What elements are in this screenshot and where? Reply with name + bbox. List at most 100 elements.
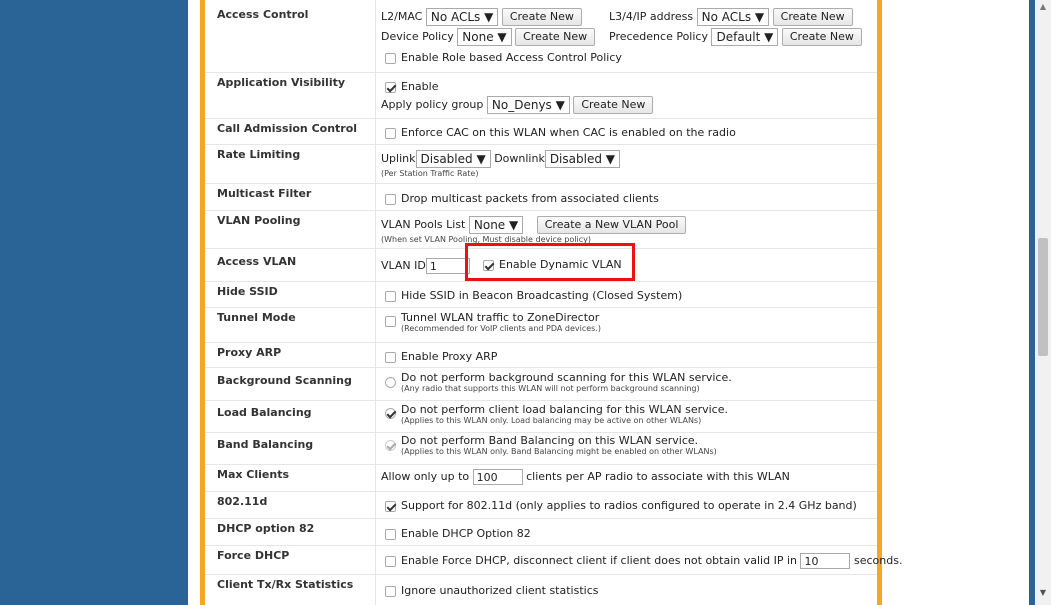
policy-group-select[interactable]: No_Denys ▼: [486, 96, 570, 114]
force-dhcp-text: Enable Force DHCP, disconnect client if …: [401, 554, 797, 567]
band-balancing-text: Do not perform Band Balancing on this WL…: [401, 434, 699, 447]
proxy-arp-text: Enable Proxy ARP: [401, 350, 498, 363]
device-policy-label: Device Policy: [381, 30, 454, 43]
l3-label: L3/4/IP address: [609, 10, 694, 23]
vlan-pool-select[interactable]: None ▼: [468, 216, 524, 234]
row-background-scanning: Background Scanning Do not perform backg…: [205, 367, 877, 401]
scrollbar-thumb[interactable]: [1038, 238, 1048, 356]
precedence-policy-select[interactable]: Default ▼: [711, 28, 779, 46]
create-vlan-pool-button[interactable]: Create a New VLAN Pool: [536, 216, 687, 234]
bg-scanning-text: Do not perform background scanning for t…: [401, 371, 732, 384]
row-load-balancing: Load Balancing Do not perform client loa…: [205, 400, 877, 433]
multicast-checkbox[interactable]: [385, 193, 396, 205]
row-label: Tunnel Mode: [217, 311, 296, 324]
bg-scanning-checkbox[interactable]: [385, 376, 396, 388]
row-max-clients: Max Clients Allow only up to 100 clients…: [205, 464, 877, 492]
row-label: Rate Limiting: [217, 148, 301, 161]
force-dhcp-checkbox[interactable]: [385, 555, 396, 567]
row-label: Application Visibility: [217, 76, 346, 89]
wlan-settings-panel: Access Control L2/MAC No ACLs ▼ Create N…: [200, 0, 902, 605]
load-balancing-checkbox[interactable]: [385, 407, 396, 419]
apply-policy-label: Apply policy group: [381, 98, 484, 111]
tunnel-text: Tunnel WLAN traffic to ZoneDirector: [401, 311, 600, 324]
left-sidebar: [0, 0, 188, 605]
row-label: Background Scanning: [217, 374, 352, 387]
row-label: Force DHCP: [217, 549, 290, 562]
tunnel-checkbox[interactable]: [385, 315, 396, 327]
row-proxy-arp: Proxy ARP Enable Proxy ARP: [205, 342, 877, 368]
vlan-id-input[interactable]: 1: [425, 258, 470, 274]
force-dhcp-suffix: seconds.: [853, 554, 903, 567]
row-force-dhcp: Force DHCP Enable Force DHCP, disconnect…: [205, 545, 902, 575]
max-clients-prefix: Allow only up to: [381, 470, 470, 483]
row-label: Multicast Filter: [217, 187, 312, 200]
row-label: Access VLAN: [217, 255, 297, 268]
row-rate-limiting: Rate Limiting Uplink Disabled ▼ Downlink D…: [205, 144, 877, 184]
row-label: Call Admission Control: [217, 122, 358, 135]
hide-ssid-text: Hide SSID in Beacon Broadcasting (Closed…: [401, 289, 683, 302]
row-client-statistics: Client Tx/Rx Statistics Ignore unauthori…: [205, 574, 877, 605]
row-access-control: Access Control L2/MAC No ACLs ▼ Create N…: [205, 0, 877, 73]
uplink-select[interactable]: Disabled ▼: [415, 150, 491, 168]
cac-checkbox[interactable]: [385, 127, 396, 139]
max-clients-input[interactable]: 100: [472, 469, 523, 485]
row-label: Proxy ARP: [217, 346, 282, 359]
vlan-id-label: VLAN ID: [381, 259, 426, 272]
dot11d-text: Support for 802.11d (only applies to rad…: [401, 499, 857, 512]
l3-create-new-button[interactable]: Create New: [772, 8, 853, 26]
l2mac-create-new-button[interactable]: Create New: [501, 8, 582, 26]
l2mac-select[interactable]: No ACLs ▼: [425, 8, 499, 26]
row-label: 802.11d: [217, 495, 268, 508]
row-band-balancing: Band Balancing Do not perform Band Balan…: [205, 432, 877, 465]
cac-text: Enforce CAC on this WLAN when CAC is ena…: [401, 126, 736, 139]
row-dhcp-option-82: DHCP option 82 Enable DHCP Option 82: [205, 518, 877, 546]
hide-ssid-checkbox[interactable]: [385, 290, 396, 302]
scroll-down-arrow-icon[interactable]: ▼: [1035, 588, 1051, 600]
enable-label: Enable: [401, 80, 439, 93]
app-visibility-checkbox[interactable]: [385, 81, 396, 93]
precedence-create-new-button[interactable]: Create New: [781, 28, 862, 46]
rate-note: (Per Station Traffic Rate): [381, 169, 479, 178]
row-label: Load Balancing: [217, 406, 312, 419]
row-call-admission-control: Call Admission Control Enforce CAC on th…: [205, 118, 877, 145]
vertical-scrollbar[interactable]: ▲ ▼: [1035, 0, 1051, 605]
downlink-select[interactable]: Disabled ▼: [544, 150, 620, 168]
multicast-text: Drop multicast packets from associated c…: [401, 192, 659, 205]
policy-create-new-button[interactable]: Create New: [573, 96, 654, 114]
device-policy-create-new-button[interactable]: Create New: [515, 28, 596, 46]
dhcp82-text: Enable DHCP Option 82: [401, 527, 531, 540]
bg-scanning-note: (Any radio that supports this WLAN will …: [401, 384, 700, 393]
client-stats-text: Ignore unauthorized client statistics: [401, 584, 599, 597]
row-hide-ssid: Hide SSID Hide SSID in Beacon Broadcasti…: [205, 281, 877, 308]
dot11d-checkbox[interactable]: [385, 500, 396, 512]
load-balancing-text: Do not perform client load balancing for…: [401, 403, 728, 416]
l3-select[interactable]: No ACLs ▼: [696, 8, 770, 26]
load-balancing-note: (Applies to this WLAN only. Load balanci…: [401, 416, 702, 425]
max-clients-suffix: clients per AP radio to associate with t…: [526, 470, 790, 483]
tunnel-note: (Recommended for VoIP clients and PDA de…: [401, 324, 601, 333]
role-based-label: Enable Role based Access Control Policy: [401, 51, 622, 64]
row-label: Band Balancing: [217, 438, 314, 451]
scroll-up-arrow-icon[interactable]: ▲: [1035, 2, 1051, 14]
row-label: DHCP option 82: [217, 522, 315, 535]
client-stats-checkbox[interactable]: [385, 585, 396, 597]
row-application-visibility: Application Visibility Enable Apply poli…: [205, 72, 877, 119]
row-tunnel-mode: Tunnel Mode Tunnel WLAN traffic to ZoneD…: [205, 307, 877, 343]
precedence-policy-label: Precedence Policy: [609, 30, 708, 43]
row-label: Access Control: [217, 8, 309, 21]
role-based-checkbox[interactable]: [385, 52, 396, 64]
row-multicast-filter: Multicast Filter Drop multicast packets …: [205, 183, 877, 211]
highlight-box: [465, 243, 635, 281]
row-label: VLAN Pooling: [217, 214, 301, 227]
row-label: Max Clients: [217, 468, 290, 481]
row-label: Hide SSID: [217, 285, 278, 298]
force-dhcp-seconds-input[interactable]: 10: [800, 553, 851, 569]
band-balancing-checkbox[interactable]: [385, 439, 396, 451]
downlink-label: Downlink: [494, 152, 545, 165]
row-80211d: 802.11d Support for 802.11d (only applie…: [205, 491, 877, 519]
band-balancing-note: (Applies to this WLAN only. Band Balanci…: [401, 447, 717, 456]
row-label: Client Tx/Rx Statistics: [217, 578, 354, 591]
proxy-arp-checkbox[interactable]: [385, 351, 396, 363]
device-policy-select[interactable]: None ▼: [457, 28, 512, 46]
dhcp82-checkbox[interactable]: [385, 528, 396, 540]
